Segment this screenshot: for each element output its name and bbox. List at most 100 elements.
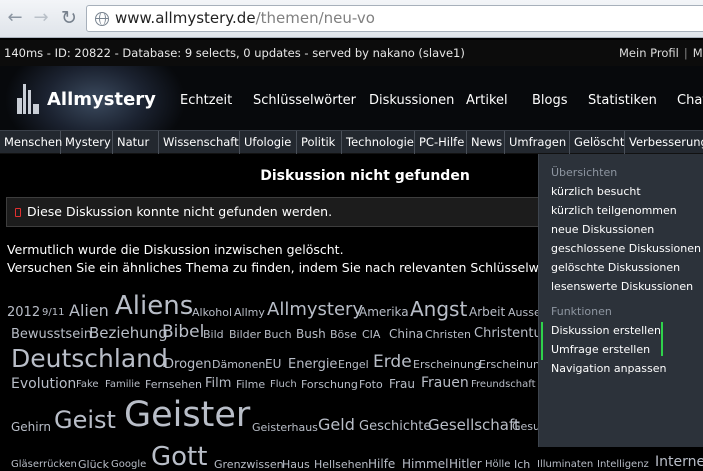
tag-cloud-item[interactable]: Christen — [425, 329, 471, 340]
allmystery-logo-icon[interactable] — [17, 84, 39, 114]
cat-news[interactable]: News — [467, 131, 505, 154]
tag-cloud-item[interactable]: Glück — [78, 459, 109, 470]
tag-cloud-item[interactable]: Angst — [410, 299, 467, 319]
tag-cloud-item[interactable]: Ausse — [508, 307, 541, 318]
reload-icon[interactable]: ↻ — [58, 7, 80, 29]
tag-cloud-item[interactable]: Bibel — [162, 324, 204, 341]
tag-cloud-item[interactable]: Engel — [338, 359, 369, 370]
tag-cloud-item[interactable]: Grenzwissen — [214, 459, 284, 470]
tag-cloud-item[interactable]: Alkohol — [192, 307, 232, 318]
tag-cloud-item[interactable]: Bild — [203, 329, 224, 340]
tag-cloud-item[interactable]: Beziehung — [89, 326, 168, 341]
url-text[interactable]: www.allmystery.de/themen/neu-vo — [115, 9, 375, 27]
forward-arrow-icon[interactable]: → — [30, 7, 52, 29]
tag-cloud-item[interactable]: Fernsehen — [145, 379, 202, 390]
nav-diskussionen[interactable]: Diskussionen — [369, 93, 454, 108]
cat-menschen[interactable]: Menschen — [0, 131, 62, 154]
nav-blogs[interactable]: Blogs — [532, 93, 568, 108]
tag-cloud-item[interactable]: Haus — [282, 459, 310, 470]
tag-cloud-item[interactable]: Hölle — [485, 460, 510, 470]
cat-mystery[interactable]: Mystery — [61, 131, 113, 154]
tag-cloud-item[interactable]: Gott — [151, 444, 207, 470]
menu-recently-visited[interactable]: kürzlich besucht — [551, 185, 641, 198]
menu-recently-participated[interactable]: kürzlich teilgenommen — [551, 204, 677, 217]
tag-cloud-item[interactable]: Foto — [359, 379, 383, 390]
menu-create-poll[interactable]: Umfrage erstellen — [551, 343, 650, 356]
tag-cloud-item[interactable]: Frauen — [421, 376, 469, 390]
tag-cloud-item[interactable]: Erde — [373, 354, 412, 371]
tag-cloud-item[interactable]: Forschung — [301, 379, 358, 390]
cat-geloescht[interactable]: Gelöscht — [570, 131, 625, 154]
more-link[interactable]: Mei — [693, 46, 703, 60]
tag-cloud-item[interactable]: Freundschaft — [471, 380, 536, 390]
tag-cloud-item[interactable]: Gehirn — [11, 421, 51, 433]
tag-cloud-item[interactable]: Gesellschaft — [428, 418, 520, 433]
cat-wissenschaft[interactable]: Wissenschaft — [159, 131, 240, 154]
tag-cloud-item[interactable]: Christentur — [474, 327, 547, 340]
tag-cloud-item[interactable]: Bilder — [229, 329, 261, 340]
tag-cloud-item[interactable]: Hilfe — [368, 458, 395, 470]
tag-cloud-item[interactable]: Allmy — [234, 307, 265, 318]
tag-cloud-item[interactable]: Allmystery — [267, 301, 363, 319]
tag-cloud-item[interactable]: Geister — [124, 398, 250, 433]
tag-cloud-item[interactable]: CIA — [362, 329, 380, 340]
address-bar[interactable]: www.allmystery.de/themen/neu-vo — [86, 5, 703, 32]
nav-statistiken[interactable]: Statistiken — [588, 93, 657, 108]
tag-cloud-item[interactable]: Amerika — [359, 306, 409, 318]
cat-pc-hilfe[interactable]: PC-Hilfe — [415, 131, 467, 154]
tag-cloud-item[interactable]: Alien — [69, 303, 109, 319]
tag-cloud-item[interactable]: Google — [111, 460, 146, 470]
cat-natur[interactable]: Natur — [113, 131, 159, 154]
nav-artikel[interactable]: Artikel — [466, 93, 508, 108]
cat-umfragen[interactable]: Umfragen — [505, 131, 570, 154]
tag-cloud-item[interactable]: Hellsehen — [314, 459, 368, 470]
tag-cloud-item[interactable]: Deutschland — [11, 346, 168, 371]
my-profile-link[interactable]: Mein Profil — [619, 46, 679, 60]
menu-customize-navigation[interactable]: Navigation anpassen — [551, 362, 666, 375]
tag-cloud-item[interactable]: Fluch — [270, 380, 297, 390]
tag-cloud-item[interactable]: Illuminaten — [537, 460, 593, 470]
back-arrow-icon[interactable]: ← — [4, 7, 26, 29]
tag-cloud-item[interactable]: Gesu — [512, 421, 540, 432]
tag-cloud-item[interactable]: Buch — [264, 329, 292, 340]
tag-cloud-item[interactable]: Familie — [105, 380, 140, 390]
nav-chat[interactable]: Chat — [677, 93, 703, 108]
tag-cloud-item[interactable]: Hitler — [449, 458, 482, 470]
tag-cloud-item[interactable]: Ich — [514, 459, 530, 470]
tag-cloud-item[interactable]: Erscheinung — [479, 359, 547, 370]
tag-cloud-item[interactable]: Film — [205, 377, 231, 390]
tag-cloud-item[interactable]: Geld — [318, 417, 355, 433]
site-logo[interactable]: Allmystery — [47, 89, 156, 110]
tag-cloud-item[interactable]: Gläserrücken — [11, 460, 77, 470]
cat-verbesserungen[interactable]: Verbesserungen — [625, 131, 703, 154]
tag-cloud-item[interactable]: Himmel — [402, 458, 448, 470]
cat-technologie[interactable]: Technologie — [342, 131, 415, 154]
tag-cloud-item[interactable]: Dämonen — [212, 359, 265, 370]
tag-cloud-item[interactable]: Energie — [288, 358, 337, 371]
tag-cloud-item[interactable]: Arbeit — [469, 306, 505, 318]
menu-create-discussion[interactable]: Diskussion erstellen — [551, 324, 661, 337]
tag-cloud-item[interactable]: Drogen — [164, 358, 212, 371]
menu-deleted-discussions[interactable]: gelöschte Diskussionen — [551, 261, 680, 274]
tag-cloud-item[interactable]: Geist — [54, 408, 116, 432]
tag-cloud-item[interactable]: 9/11 — [42, 308, 64, 318]
menu-closed-discussions[interactable]: geschlossene Diskussionen — [551, 242, 701, 255]
tag-cloud-item[interactable]: Aliens — [115, 293, 193, 319]
tag-cloud-item[interactable]: Bewusstsein — [11, 328, 92, 341]
menu-recommended-discussions[interactable]: lesenswerte Diskussionen — [551, 280, 693, 293]
cat-ufologie[interactable]: Ufologie — [240, 131, 297, 154]
tag-cloud-item[interactable]: Evolution — [11, 377, 76, 391]
tag-cloud-item[interactable]: Böse — [330, 329, 357, 340]
tag-cloud-item[interactable]: Fake — [76, 380, 99, 390]
tag-cloud-item[interactable]: China — [389, 328, 423, 340]
tag-cloud-item[interactable]: Filme — [236, 379, 265, 390]
menu-new-discussions[interactable]: neue Diskussionen — [551, 223, 654, 236]
tag-cloud-item[interactable]: Geisterhaus — [252, 422, 318, 433]
nav-echtzeit[interactable]: Echtzeit — [180, 93, 232, 108]
tag-cloud-item[interactable]: Geschichte — [359, 420, 431, 433]
tag-cloud-item[interactable]: Frau — [389, 378, 415, 390]
tag-cloud-item[interactable]: 2012 — [7, 306, 40, 319]
tag-cloud-item[interactable]: Bush — [296, 328, 326, 340]
nav-schluesselwoerter[interactable]: Schlüsselwörter — [253, 93, 356, 108]
tag-cloud-item[interactable]: EU — [265, 358, 281, 370]
